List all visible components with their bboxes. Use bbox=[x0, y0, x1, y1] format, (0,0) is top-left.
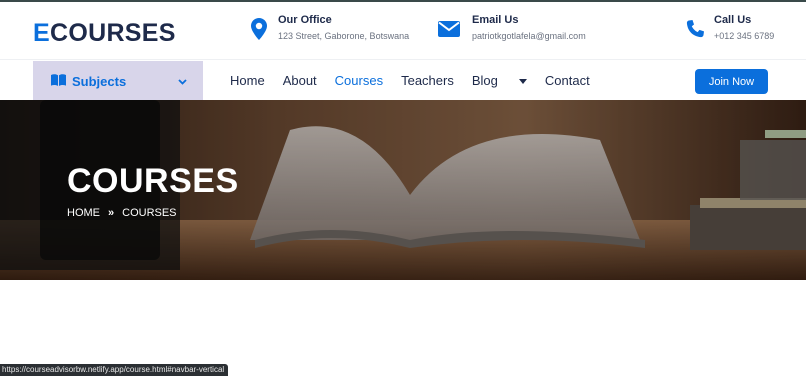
email-info: Email Us patriotkgotlafela@gmail.com bbox=[436, 14, 586, 42]
email-title: Email Us bbox=[472, 14, 519, 26]
office-title: Our Office bbox=[278, 14, 332, 26]
chevron-down-icon bbox=[178, 74, 187, 89]
office-address: 123 Street, Gaborone, Botswana bbox=[278, 31, 410, 41]
nav-item-home[interactable]: Home bbox=[230, 73, 265, 88]
envelope-icon bbox=[436, 16, 462, 42]
breadcrumb-current: COURSES bbox=[122, 207, 177, 219]
subjects-label: Subjects bbox=[72, 73, 127, 89]
join-now-button[interactable]: Join Now bbox=[695, 69, 768, 94]
nav-item-courses[interactable]: Courses bbox=[335, 73, 383, 88]
email-address[interactable]: patriotkgotlafela@gmail.com bbox=[472, 31, 586, 41]
book-open-icon bbox=[51, 73, 66, 89]
caret-down-icon bbox=[518, 79, 527, 85]
map-pin-icon bbox=[246, 16, 272, 42]
phone-icon bbox=[682, 16, 708, 42]
page-title: COURSES bbox=[67, 162, 239, 200]
nav-item-blog-label: Blog bbox=[471, 73, 498, 88]
nav-item-teachers[interactable]: Teachers bbox=[401, 73, 454, 88]
subjects-dropdown[interactable]: Subjects bbox=[33, 61, 203, 101]
nav-menu: Home About Courses Teachers Blog Contact bbox=[230, 73, 608, 88]
nav-item-about[interactable]: About bbox=[283, 73, 317, 88]
page-header-hero: COURSES HOME » COURSES bbox=[0, 100, 806, 280]
nav-item-blog[interactable]: Blog bbox=[472, 73, 527, 88]
site-logo[interactable]: ECOURSES bbox=[33, 19, 176, 48]
logo-letter: E bbox=[33, 19, 50, 47]
site-header: ECOURSES Our Office 123 Street, Gaborone… bbox=[0, 2, 806, 59]
breadcrumb-home[interactable]: HOME bbox=[67, 207, 100, 219]
double-chevron-right-icon: » bbox=[108, 207, 115, 219]
link-status-tooltip: https://courseadvisorbw.netlify.app/cour… bbox=[0, 364, 229, 376]
main-navbar: Subjects Home About Courses Teachers Blo… bbox=[0, 59, 806, 101]
breadcrumb: HOME » COURSES bbox=[67, 207, 177, 219]
nav-item-contact[interactable]: Contact bbox=[545, 73, 590, 88]
office-info: Our Office 123 Street, Gaborone, Botswan… bbox=[246, 14, 409, 42]
phone-number[interactable]: +012 345 6789 bbox=[714, 31, 774, 41]
phone-info: Call Us +012 345 6789 bbox=[682, 14, 774, 42]
logo-text: COURSES bbox=[49, 19, 176, 47]
phone-title: Call Us bbox=[714, 14, 752, 26]
